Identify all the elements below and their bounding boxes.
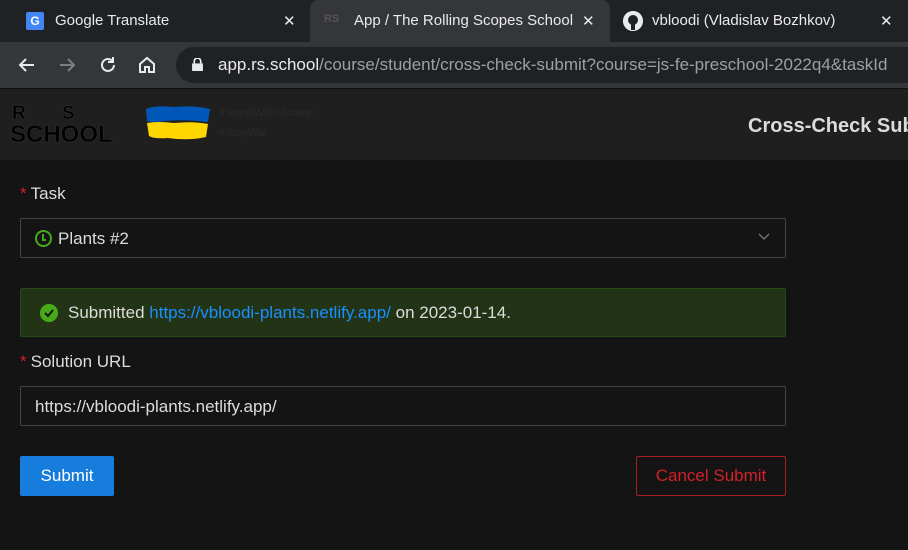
logo-word-school: SCHOOL [10,121,113,149]
arrow-right-icon [60,58,76,72]
tab-title: App / The Rolling Scopes School [354,12,574,29]
github-icon [623,11,643,31]
rs-school-logo[interactable]: R S SCHOOL [10,103,116,149]
submission-success-alert: Submitted https://vbloodi-plants.netlify… [20,288,786,337]
close-icon[interactable]: ✕ [880,12,893,30]
stand-with-ukraine-text: #StandWithUkraine #StopWar [219,103,314,143]
alert-message: Submitted https://vbloodi-plants.netlify… [68,303,511,323]
page-title: Cross-Check Sub [748,115,908,137]
browser-tab-strip: G Google Translate ✕ RS App / The Rollin… [0,0,908,42]
forward-button[interactable] [55,53,79,77]
alert-prefix: Submitted [68,303,145,322]
task-label-text: Task [30,184,66,203]
task-select[interactable]: Plants #2 [20,218,786,258]
url-host: app.rs.school [218,55,320,74]
url-path: /course/student/cross-check-submit?cours… [319,55,888,74]
address-bar[interactable]: app.rs.school/course/student/cross-check… [176,47,908,83]
solution-url-label: * Solution URL [20,352,131,372]
rs-school-icon: RS [324,13,340,25]
tab-title: Google Translate [55,12,170,29]
submit-button[interactable]: Submit [20,456,114,496]
required-mark: * [20,184,27,203]
solution-url-input[interactable]: https://vbloodi-plants.netlify.app/ [20,386,786,426]
home-button[interactable] [135,53,159,77]
required-mark: * [20,352,27,371]
tab-google-translate[interactable]: G Google Translate ✕ [0,0,310,42]
chevron-down-icon [758,233,770,240]
tab-github[interactable]: vbloodi (Vladislav Bozhkov) ✕ [610,0,908,42]
submitted-link[interactable]: https://vbloodi-plants.netlify.app/ [149,303,391,322]
stand-line: #StandWithUkraine [219,107,314,119]
close-icon[interactable]: ✕ [582,12,595,30]
ukraine-flag-icon [146,106,210,140]
cancel-submit-button[interactable]: Cancel Submit [636,456,786,496]
solution-url-label-text: Solution URL [30,352,131,371]
app-header: R S SCHOOL #StandWithUkraine #StopWar Cr… [0,88,908,160]
lock-icon [192,58,203,71]
home-icon [139,56,155,73]
reload-icon [101,57,115,72]
task-select-value: Plants #2 [58,229,129,248]
alert-suffix: on 2023-01-14. [395,303,511,322]
clock-icon [35,230,52,247]
tab-title: vbloodi (Vladislav Bozhkov) [652,12,836,29]
google-translate-icon: G [26,12,44,30]
browser-toolbar: app.rs.school/course/student/cross-check… [0,42,908,88]
arrow-left-icon [18,58,34,72]
back-button[interactable] [15,53,39,77]
stand-line: #StopWar [219,127,268,139]
url-text: app.rs.school/course/student/cross-check… [218,55,887,75]
close-icon[interactable]: ✕ [283,12,296,30]
task-label: * Task [20,184,66,204]
reload-button[interactable] [96,53,120,77]
check-circle-icon [40,304,58,322]
tab-rolling-scopes[interactable]: RS App / The Rolling Scopes School ✕ [310,0,610,42]
